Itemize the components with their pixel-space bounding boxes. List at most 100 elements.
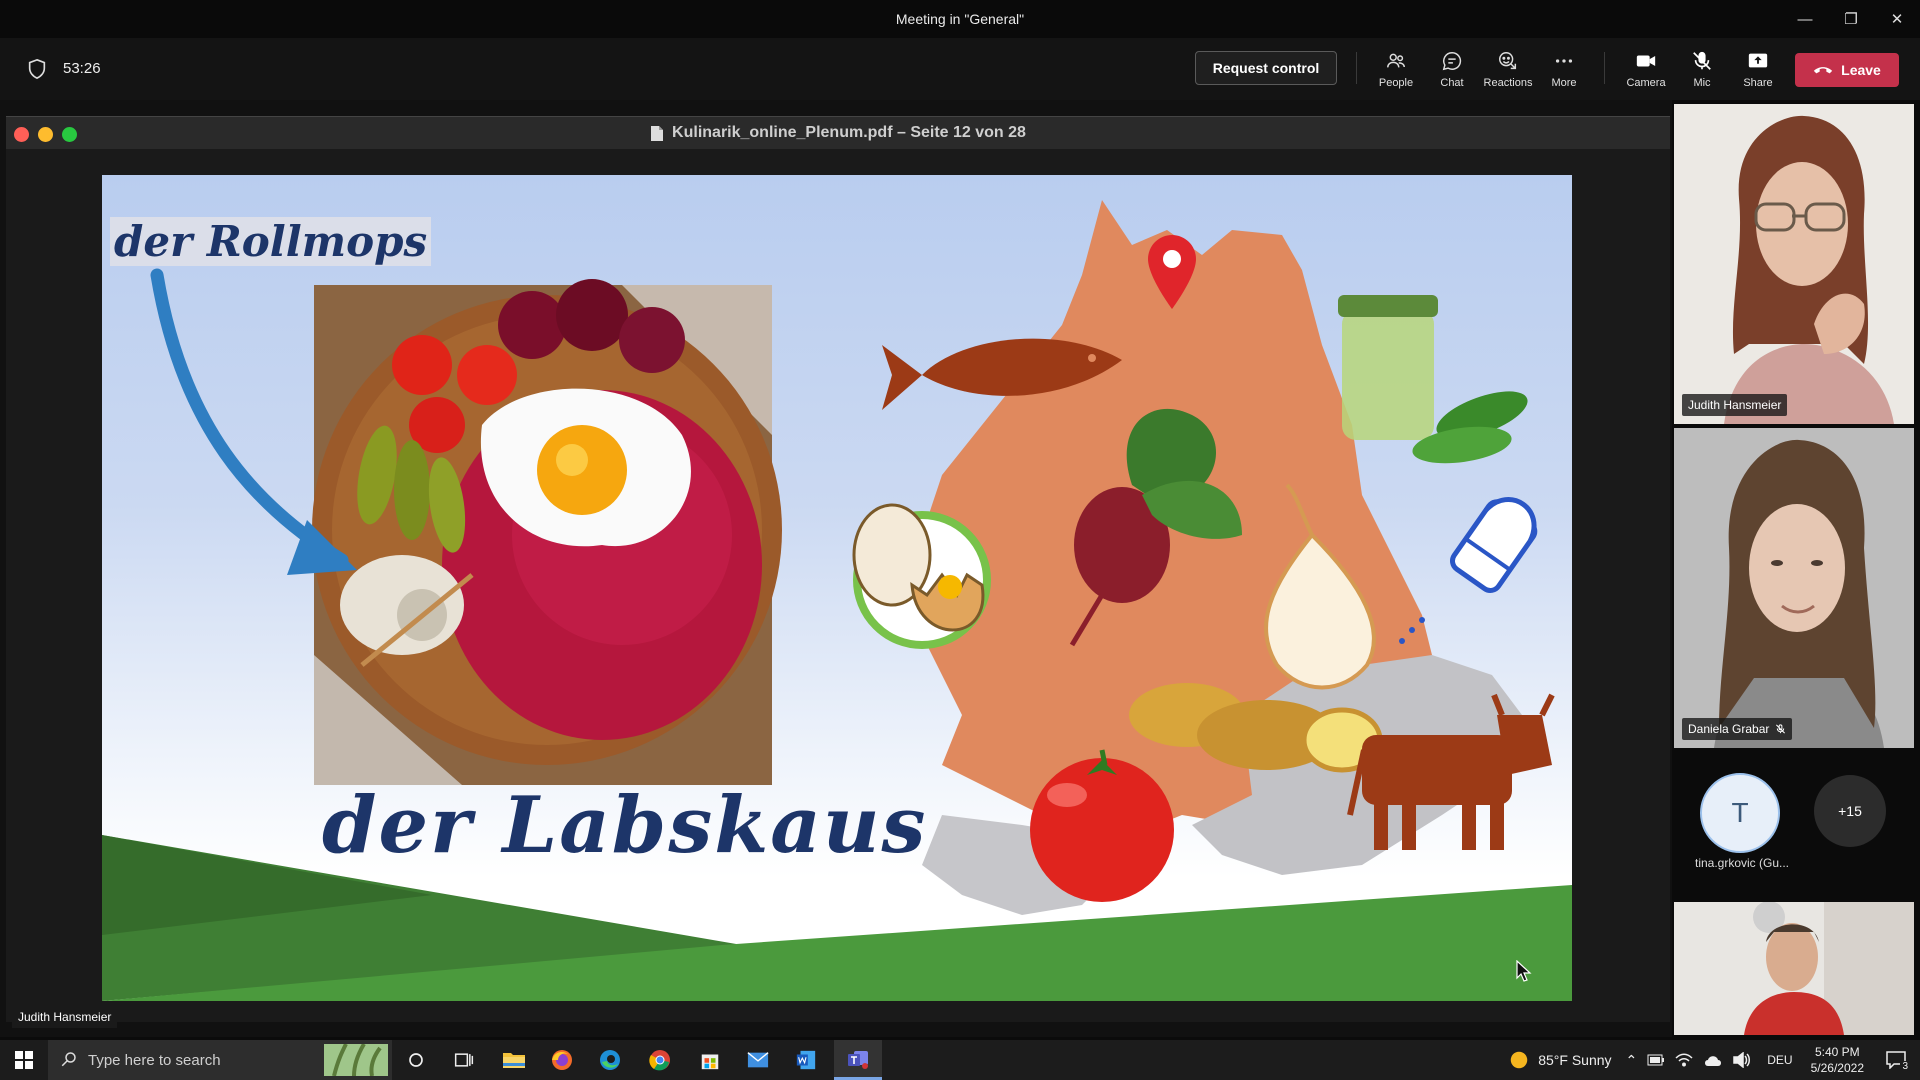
- window-title: Meeting in "General": [895, 11, 1025, 27]
- language-indicator[interactable]: DEU: [1767, 1053, 1792, 1067]
- hang-up-icon: [1813, 67, 1833, 74]
- participant-name-tag: Judith Hansmeier: [1682, 394, 1788, 416]
- store-button[interactable]: [686, 1040, 734, 1080]
- chat-label: Chat: [1440, 77, 1464, 89]
- chat-icon: [1442, 52, 1462, 71]
- share-screen-icon: [1748, 53, 1768, 68]
- request-control-button[interactable]: Request control: [1195, 51, 1337, 85]
- shared-window-titlebar: Kulinarik_online_Plenum.pdf – Seite 12 v…: [6, 117, 1670, 149]
- search-highlight-icon: [324, 1044, 388, 1076]
- taskbar-clock[interactable]: 5:40 PM 5/26/2022: [1811, 1044, 1864, 1076]
- minimize-dot-icon: [38, 127, 53, 142]
- chrome-button[interactable]: [636, 1040, 684, 1080]
- edge-icon: [600, 1050, 620, 1070]
- notification-count: 3: [1900, 1061, 1910, 1072]
- share-label: Share: [1743, 77, 1773, 89]
- chrome-icon: [649, 1050, 670, 1071]
- window-controls: — ❐ ✕: [1782, 0, 1920, 38]
- window-title-bar: Meeting in "General" — ❐ ✕: [0, 0, 1920, 38]
- share-button[interactable]: Share: [1730, 46, 1786, 94]
- edge-button[interactable]: [586, 1040, 634, 1080]
- action-center-button[interactable]: 3: [1878, 1040, 1914, 1080]
- video-tile-daniela[interactable]: Daniela Grabar: [1674, 428, 1914, 748]
- word-icon: [796, 1050, 816, 1070]
- participant-video-daniela: [1674, 428, 1914, 748]
- zoom-dot-icon: [62, 127, 77, 142]
- speaker-icon[interactable]: [1733, 1052, 1751, 1068]
- shield-icon: [28, 58, 46, 80]
- close-button[interactable]: ✕: [1874, 0, 1920, 38]
- mic-label: Mic: [1693, 77, 1711, 89]
- more-participants-button[interactable]: +15: [1814, 775, 1886, 847]
- cortana-button[interactable]: [392, 1040, 440, 1080]
- store-icon: [701, 1054, 719, 1070]
- teams-button[interactable]: [834, 1040, 882, 1080]
- cloud-icon[interactable]: [1703, 1053, 1723, 1067]
- more-button[interactable]: More: [1536, 46, 1592, 94]
- cortana-icon: [409, 1053, 423, 1067]
- mic-button[interactable]: Mic: [1674, 46, 1730, 94]
- reactions-button[interactable]: Reactions: [1480, 46, 1536, 94]
- weather-sun-icon: [1510, 1051, 1528, 1069]
- clock-time: 5:40 PM: [1814, 1045, 1860, 1059]
- system-tray: 85°F Sunny ⌃ DEU 5:40 PM 5/26/2022 3: [1508, 1040, 1920, 1080]
- file-explorer-button[interactable]: [490, 1040, 538, 1080]
- people-label: People: [1378, 77, 1414, 89]
- teams-icon: [848, 1050, 868, 1069]
- start-button[interactable]: [0, 1040, 48, 1080]
- toolbar-divider: [1356, 52, 1357, 84]
- search-placeholder: Type here to search: [88, 1051, 221, 1069]
- windows-taskbar: Type here to search 85°F Sunny ⌃ DEU 5:4…: [0, 1040, 1920, 1080]
- people-button[interactable]: People: [1368, 46, 1424, 94]
- salt-shaker-icon: [1450, 497, 1538, 593]
- weather-text[interactable]: 85°F Sunny: [1538, 1052, 1611, 1068]
- taskbar-search-box[interactable]: Type here to search: [48, 1040, 392, 1080]
- minimize-button[interactable]: —: [1782, 0, 1828, 38]
- participant-video-self: [1674, 902, 1914, 1035]
- mail-button[interactable]: [734, 1040, 782, 1080]
- pdf-file-icon: [651, 125, 664, 141]
- document-title-text: Kulinarik_online_Plenum.pdf – Seite 12 v…: [672, 124, 1026, 141]
- meeting-toolbar: 53:26 Request control People Chat Reacti…: [0, 38, 1920, 100]
- presentation-slide: der Rollmops der Labskaus: [102, 175, 1572, 1001]
- clock-date: 5/26/2022: [1810, 1061, 1864, 1075]
- chevron-up-icon[interactable]: ⌃: [1626, 1052, 1638, 1069]
- task-view-icon: [454, 1053, 474, 1067]
- restore-button[interactable]: ❐: [1828, 0, 1874, 38]
- wifi-icon[interactable]: [1675, 1053, 1693, 1067]
- leave-button[interactable]: Leave: [1795, 53, 1899, 87]
- video-tile-judith[interactable]: Judith Hansmeier: [1674, 104, 1914, 424]
- participant-video-judith: [1674, 104, 1914, 424]
- participant-name: Judith Hansmeier: [1688, 398, 1782, 412]
- toolbar-divider: [1604, 52, 1605, 84]
- reactions-label: Reactions: [1483, 77, 1533, 89]
- participant-avatar-name: tina.grkovic (Gu...: [1694, 856, 1790, 870]
- close-dot-icon: [14, 127, 29, 142]
- battery-icon[interactable]: [1647, 1054, 1665, 1066]
- meeting-timer: 53:26: [63, 60, 101, 77]
- windows-logo-icon: [15, 1051, 33, 1069]
- participant-name: Daniela Grabar: [1688, 722, 1770, 736]
- chat-button[interactable]: Chat: [1424, 46, 1480, 94]
- more-icon: [1555, 59, 1573, 63]
- search-icon: [61, 1052, 76, 1067]
- slide-label-labskaus: der Labskaus: [322, 780, 928, 871]
- task-view-button[interactable]: [440, 1040, 488, 1080]
- firefox-icon: [552, 1050, 572, 1070]
- participant-avatar[interactable]: T: [1700, 773, 1780, 853]
- shared-window-controls: [14, 127, 77, 142]
- video-tile-self[interactable]: [1674, 902, 1914, 1035]
- slide-label-rollmops: der Rollmops: [110, 217, 432, 266]
- camera-button[interactable]: Camera: [1618, 46, 1674, 94]
- shared-screen: Kulinarik_online_Plenum.pdf – Seite 12 v…: [6, 116, 1670, 1022]
- word-button[interactable]: [782, 1040, 830, 1080]
- mail-icon: [747, 1052, 769, 1068]
- mic-muted-icon: [1693, 51, 1711, 70]
- tomato-icon: [1030, 758, 1174, 902]
- pickle-jar-icon: [1342, 310, 1434, 440]
- document-title: Kulinarik_online_Plenum.pdf – Seite 12 v…: [650, 124, 1026, 142]
- slide-illustration: [102, 200, 1572, 1001]
- folder-icon: [503, 1053, 525, 1068]
- firefox-button[interactable]: [538, 1040, 586, 1080]
- camera-icon: [1636, 55, 1656, 67]
